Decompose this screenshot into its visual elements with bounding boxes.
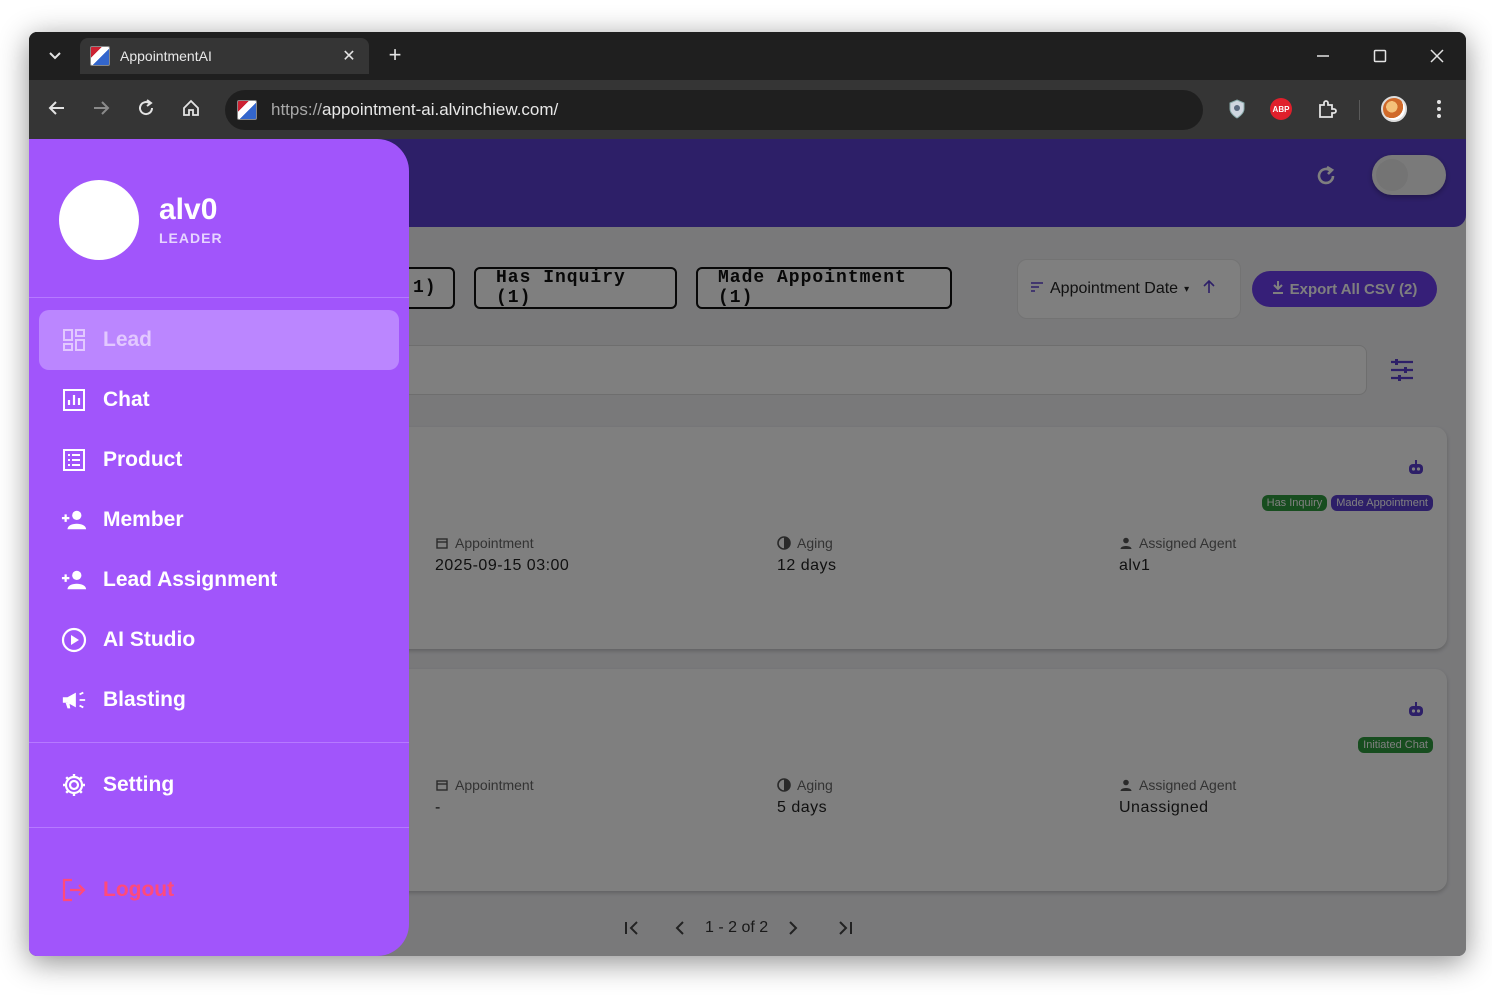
nav-item-label: Blasting (103, 688, 186, 711)
nav-item-product[interactable]: Product (39, 430, 399, 490)
tab-strip: AppointmentAI ✕ + (29, 32, 1466, 80)
nav-item-label: Setting (103, 773, 175, 796)
nav-item-label: Lead (103, 328, 153, 351)
nav-item-label: Member (103, 508, 184, 531)
person-add-icon (61, 567, 87, 593)
address-bar[interactable]: https://appointment-ai.alvinchiew.com/ (225, 90, 1203, 130)
gear-icon (61, 772, 87, 798)
logout-button[interactable]: Logout (39, 860, 399, 920)
nav-item-setting[interactable]: Setting (39, 755, 399, 815)
nav-item-label: AI Studio (103, 628, 196, 651)
url-text: https://appointment-ai.alvinchiew.com/ (271, 100, 558, 120)
toolbar-divider (1359, 100, 1360, 120)
nav-item-label: Lead Assignment (103, 568, 278, 591)
tab-search-chevron-icon[interactable] (43, 44, 67, 68)
profile-avatar[interactable] (1381, 96, 1407, 122)
divider (29, 827, 409, 828)
site-info-icon[interactable] (237, 100, 257, 120)
url-host: appointment-ai.alvinchiew.com/ (322, 100, 559, 119)
navigation-drawer: alv0 LEADER Lead Chat Product Member Lea… (29, 139, 409, 956)
url-scheme: https:// (271, 100, 323, 119)
person-add-icon (61, 507, 87, 533)
nav-item-lead-assignment[interactable]: Lead Assignment (39, 550, 399, 610)
home-icon[interactable] (179, 96, 203, 120)
close-window-icon[interactable] (1423, 42, 1451, 70)
logout-icon (61, 877, 87, 903)
avatar (59, 180, 139, 260)
new-tab-icon[interactable]: + (383, 44, 407, 68)
app-page: 1) Has Inquiry (1) Made Appointment (1) … (29, 139, 1466, 956)
nav-item-ai-studio[interactable]: AI Studio (39, 610, 399, 670)
nav-item-chat[interactable]: Chat (39, 370, 399, 430)
user-name: alv0 (159, 193, 218, 226)
shield-extension-icon[interactable] (1224, 96, 1250, 122)
nav-item-label: Chat (103, 388, 150, 411)
dashboard-icon (61, 327, 87, 353)
browser-window: AppointmentAI ✕ + https://appointment-ai… (29, 32, 1466, 956)
profile-icon (1381, 96, 1407, 122)
nav-item-lead[interactable]: Lead (39, 310, 399, 370)
desktop: AppointmentAI ✕ + https://appointment-ai… (0, 0, 1492, 999)
reload-icon[interactable] (134, 96, 158, 120)
maximize-icon[interactable] (1366, 42, 1394, 70)
user-role: LEADER (159, 230, 223, 246)
abp-label: ABP (1270, 98, 1292, 120)
back-icon[interactable] (45, 96, 69, 120)
chart-icon (61, 387, 87, 413)
tab-close-icon[interactable]: ✕ (339, 46, 359, 66)
browser-toolbar: https://appointment-ai.alvinchiew.com/ A… (29, 80, 1466, 139)
megaphone-icon (61, 687, 87, 713)
nav-item-member[interactable]: Member (39, 490, 399, 550)
divider (29, 742, 409, 743)
forward-icon[interactable] (89, 96, 113, 120)
favicon-icon (90, 46, 110, 66)
logout-label: Logout (103, 878, 175, 901)
nav-item-blasting[interactable]: Blasting (39, 670, 399, 730)
extensions-puzzle-icon[interactable] (1314, 96, 1340, 122)
nav-item-label: Product (103, 448, 183, 471)
divider (29, 297, 409, 298)
minimize-icon[interactable] (1309, 42, 1337, 70)
browser-tab[interactable]: AppointmentAI ✕ (80, 38, 369, 74)
browser-menu-icon[interactable] (1426, 96, 1452, 122)
list-icon (61, 447, 87, 473)
adblock-extension-icon[interactable]: ABP (1268, 96, 1294, 122)
tab-title: AppointmentAI (120, 48, 212, 64)
play-circle-icon (61, 627, 87, 653)
